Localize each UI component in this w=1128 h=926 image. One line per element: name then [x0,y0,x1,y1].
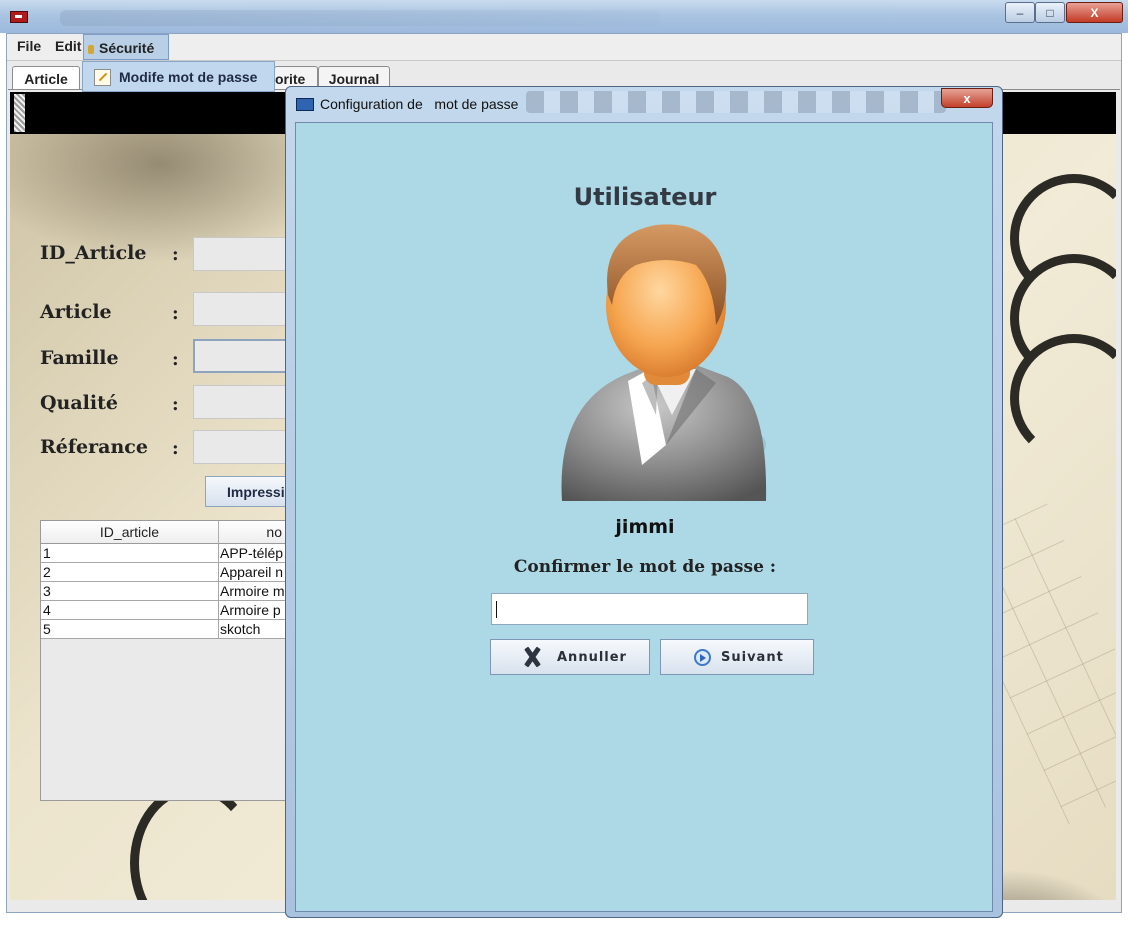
column-header[interactable]: no [219,521,289,544]
cell-name: Appareil n [220,564,284,580]
confirm-password-label: Confirmer le mot de passe : [513,557,777,577]
maximize-button[interactable]: □ [1035,2,1065,23]
cell-divider [218,563,219,582]
table-row[interactable]: 5 skotch [41,620,289,639]
password-input[interactable] [491,593,808,625]
label-id-article: ID_Article [40,242,147,264]
menu-edit[interactable]: Edit [51,38,85,54]
menu-bar: File Edit Sécurité [7,34,1121,61]
cell-id: 4 [43,602,51,618]
menu-securite-label: Sécurité [99,40,155,56]
cancel-x-icon [521,646,543,668]
dialog-close-button[interactable]: x [941,88,993,108]
referance-field[interactable] [193,430,293,464]
next-button[interactable]: Suivant [660,639,814,675]
user-heading: Utilisateur [573,183,717,211]
cell-name: APP-télép [220,545,284,561]
dialog-title: Configuration de mot de passe [320,96,519,112]
table-row[interactable]: 4 Armoire p [41,601,289,620]
avatar-icon [561,224,767,501]
minimize-button[interactable]: – [1005,2,1035,23]
pencil-icon [94,69,111,86]
cell-id: 5 [43,621,51,637]
print-button[interactable]: Impressi [205,476,295,507]
cancel-button[interactable]: Annuller [490,639,650,675]
cell-name: skotch [220,621,261,637]
cell-id: 3 [43,583,51,599]
dialog-body: Utilisateur jimmi Confirmer le mot de pa… [295,122,993,912]
next-arrow-icon [694,648,711,666]
decor-spiral [130,784,258,900]
text-caret [496,601,497,618]
toolbar-drag-handle[interactable] [14,94,25,132]
article-field[interactable] [193,292,293,326]
next-label: Suivant [721,649,784,665]
username: jimmi [615,516,675,538]
cell-divider [218,582,219,601]
cancel-label: Annuller [557,649,627,665]
app-icon[interactable] [10,11,28,23]
window-close-button[interactable]: X [1066,2,1123,23]
menu-item-modify-password[interactable]: Modife mot de passe [119,69,257,85]
cell-id: 1 [43,545,51,561]
famille-field[interactable] [193,339,293,373]
id-article-field[interactable] [193,237,293,271]
label-famille: Famille [40,347,119,369]
table-row[interactable]: 2 Appareil n [41,563,289,582]
column-header[interactable]: ID_article [41,521,219,544]
dialog-title-blur [526,91,946,113]
window-title-bar: – □ X [0,0,1128,33]
password-dialog: Configuration de mot de passe x Utilisat… [285,86,1003,918]
tab-article[interactable]: Article [12,66,80,90]
label-referance: Réferance [40,436,148,458]
colon: : [172,438,179,459]
table-row[interactable]: 3 Armoire m [41,582,289,601]
qualite-field[interactable] [193,385,293,419]
title-blur [60,10,660,26]
colon: : [172,349,179,370]
label-qualite: Qualité [40,392,118,414]
dialog-title-bar[interactable]: Configuration de mot de passe x [286,87,1002,119]
menu-file[interactable]: File [13,38,45,54]
table-row[interactable]: 1 APP-télép [41,544,289,563]
article-table: ID_article no 1 APP-télép 2 Appareil n 3 Ar… [40,520,290,801]
label-article: Article [40,301,112,323]
colon: : [172,303,179,324]
menu-securite[interactable]: Sécurité [83,34,169,60]
cell-id: 2 [43,564,51,580]
cell-name: Armoire p [220,602,281,618]
cell-name: Armoire m [220,583,285,599]
lock-icon [88,45,94,54]
dialog-app-icon [296,98,314,111]
securite-dropdown: Modife mot de passe [82,61,275,92]
colon: : [172,244,179,265]
cell-divider [218,544,219,563]
colon: : [172,394,179,415]
cell-divider [218,601,219,620]
cell-divider [218,620,219,639]
